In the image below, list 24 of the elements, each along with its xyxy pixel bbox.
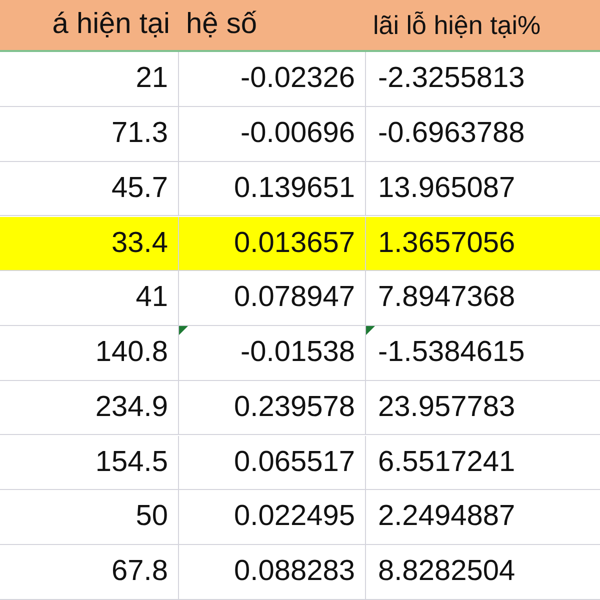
table-cell: -1.5384615 xyxy=(365,326,600,381)
table-cell: -0.00696 xyxy=(178,107,365,162)
column-header: lãi lỗ hiện tại% xyxy=(365,0,600,52)
table-cell: 0.013657 xyxy=(178,216,365,272)
table-cell: 0.022495 xyxy=(178,490,365,545)
table-cell: 0.088283 xyxy=(178,545,365,600)
table-cell: 1.3657056 xyxy=(365,216,600,272)
table-cell: 8.8282504 xyxy=(365,545,600,600)
table-cell: 0.078947 xyxy=(178,271,365,326)
column-header: á hiện tại xyxy=(0,0,178,52)
column-header: hệ số xyxy=(178,0,365,52)
table-cell: 23.957783 xyxy=(365,380,600,436)
table-cell: 6.5517241 xyxy=(365,436,600,490)
table-cell: 0.065517 xyxy=(178,436,365,490)
table-cell: -2.3255813 xyxy=(365,52,600,107)
table-cell: 7.8947368 xyxy=(365,271,600,326)
table-cell: 0.139651 xyxy=(178,162,365,216)
table-cell: 2.2494887 xyxy=(365,490,600,545)
table-cell: 13.965087 xyxy=(365,162,600,216)
table-cell: -0.02326 xyxy=(178,52,365,107)
table-cell: 0.239578 xyxy=(178,380,365,436)
table-cell: -0.6963788 xyxy=(365,107,600,162)
table-cell: 33.4 xyxy=(0,216,178,272)
table-cell: -0.01538 xyxy=(178,326,365,381)
